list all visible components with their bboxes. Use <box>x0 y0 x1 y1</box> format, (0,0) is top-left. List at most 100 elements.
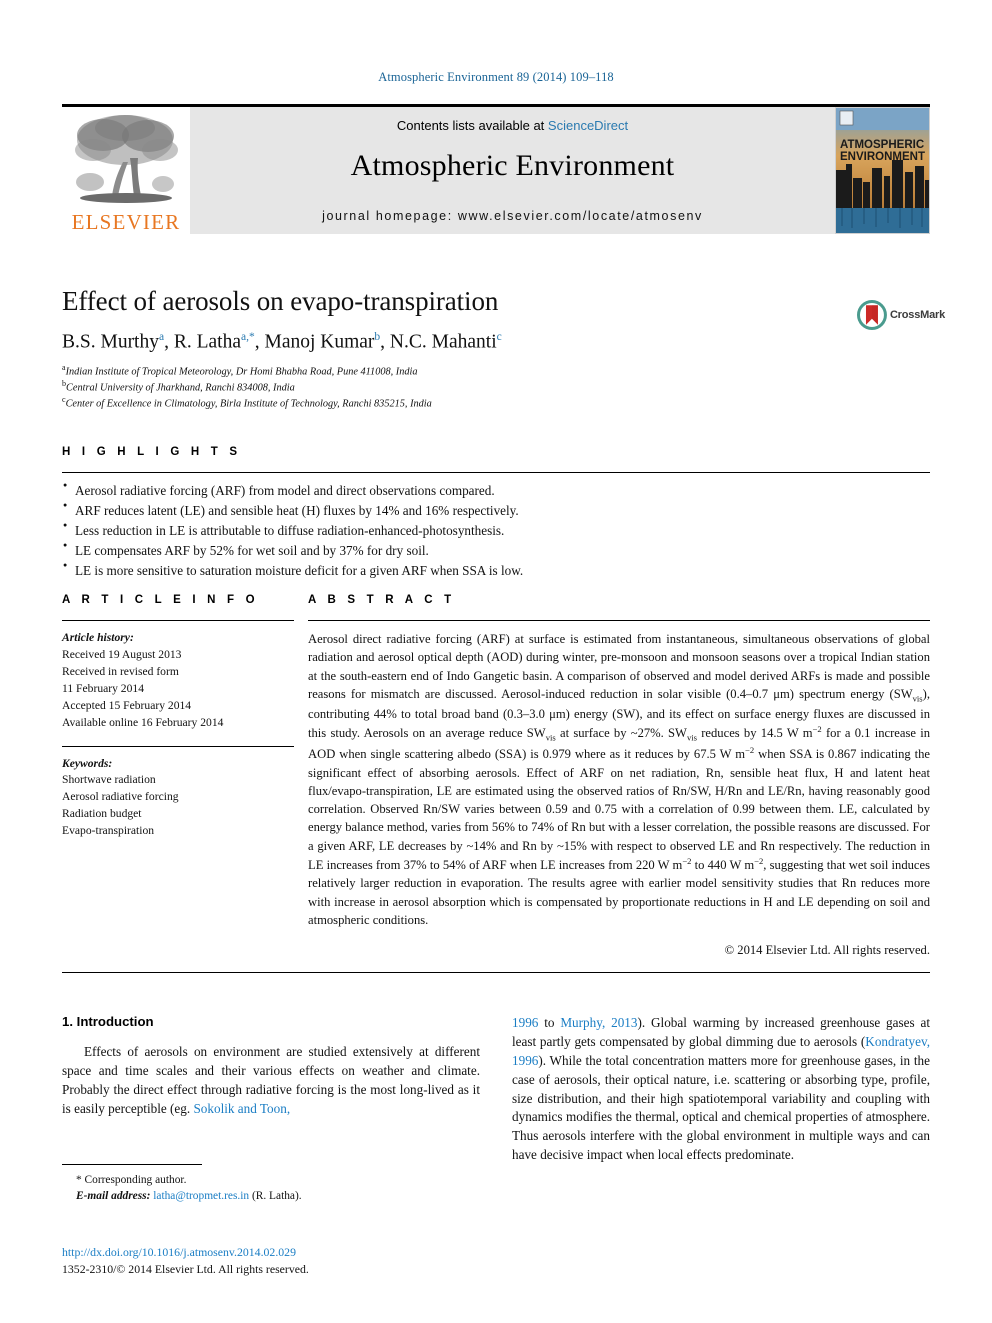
journal-homepage[interactable]: journal homepage: www.elsevier.com/locat… <box>190 209 835 223</box>
abstract-label: A B S T R A C T <box>308 594 456 606</box>
author-name: Manoj Kumar <box>264 331 375 353</box>
intro-text: ). While the total concentration matters… <box>512 1052 930 1163</box>
title-block: Effect of aerosols on evapo-transpiratio… <box>62 286 852 411</box>
keyword-item: Evapo-transpiration <box>62 824 155 838</box>
footnote-divider <box>62 1164 202 1165</box>
abstract-subscript: vis <box>912 693 923 704</box>
article-info-divider <box>62 620 294 621</box>
abstract-subscript: vis <box>545 732 556 743</box>
contents-available-line: Contents lists available at ScienceDirec… <box>190 118 835 133</box>
history-line: 11 February 2014 <box>62 681 144 695</box>
author-name: N.C. Mahanti <box>389 331 497 353</box>
citation-link[interactable]: 1996 <box>512 1015 538 1030</box>
abstract-part: Aerosol direct radiative forcing (ARF) a… <box>308 632 930 701</box>
abstract-text: Aerosol direct radiative forcing (ARF) a… <box>308 630 930 929</box>
citation-link[interactable]: Murphy, 2013 <box>560 1015 637 1030</box>
elsevier-wordmark: ELSEVIER <box>71 210 181 234</box>
running-head: Atmospheric Environment 89 (2014) 109–11… <box>378 70 614 84</box>
journal-cover-thumbnail: ATMOSPHERIC ENVIRONMENT <box>835 107 930 234</box>
corresponding-author-text: * Corresponding author. <box>76 1174 187 1186</box>
keywords-divider <box>62 745 294 747</box>
history-line: Received 19 August 2013 <box>62 647 182 661</box>
history-line: Accepted 15 February 2014 <box>62 698 192 712</box>
abstract-part: to 440 W m <box>691 858 755 872</box>
crossmark-label: CrossMark <box>889 309 945 321</box>
cover-title-line1: ATMOSPHERIC <box>840 139 924 151</box>
cover-title-line2: ENVIRONMENT <box>840 151 925 163</box>
highlights-list: Aerosol radiative forcing (ARF) from mod… <box>62 480 930 581</box>
highlights-label: H I G H L I G H T S <box>62 446 242 458</box>
author-affiliation-mark: b <box>374 331 381 343</box>
doi-block: http://dx.doi.org/10.1016/j.atmosenv.201… <box>62 1244 482 1278</box>
keywords-label: Keywords: <box>62 756 113 770</box>
introduction-paragraph-left: Effects of aerosols on environment are s… <box>62 1043 480 1119</box>
journal-masthead: ELSEVIER Contents lists available at Sci… <box>62 104 930 234</box>
article-info-label: A R T I C L E I N F O <box>62 594 259 606</box>
abstract-part: when SSA is 0.867 indicating the signifi… <box>308 747 931 872</box>
journal-title: Atmospheric Environment <box>350 149 675 182</box>
abstract-bottom-divider <box>62 972 930 973</box>
keyword-item: Shortwave radiation <box>62 773 156 787</box>
email-link[interactable]: latha@tropmet.res.in <box>153 1190 249 1202</box>
affiliation-item: cCenter of Excellence in Climatology, Bi… <box>62 395 852 411</box>
info-abstract-row: A R T I C L E I N F O Article history: R… <box>62 594 930 958</box>
highlight-item: LE compensates ARF by 52% for wet soil a… <box>62 540 930 561</box>
abstract-copyright: © 2014 Elsevier Ltd. All rights reserved… <box>724 943 930 957</box>
abstract-superscript: −2 <box>754 855 764 866</box>
history-line: Available online 16 February 2014 <box>62 715 224 729</box>
abstract-part: at surface by ~27%. SW <box>555 726 687 741</box>
masthead-center: Contents lists available at ScienceDirec… <box>190 107 835 234</box>
affiliation-text: Center of Excellence in Climatology, Bir… <box>65 398 432 410</box>
email-suffix: (R. Latha). <box>249 1190 302 1203</box>
sciencedirect-link[interactable]: ScienceDirect <box>548 118 628 133</box>
cover-artwork: ATMOSPHERIC ENVIRONMENT <box>836 108 929 233</box>
article-info-column: A R T I C L E I N F O Article history: R… <box>62 594 294 958</box>
contents-prefix: Contents lists available at <box>396 118 545 133</box>
keyword-item: Radiation budget <box>62 807 142 821</box>
introduction-heading: 1. Introduction <box>62 1014 154 1029</box>
email-label: E-mail address: <box>76 1190 151 1203</box>
author-name: B.S. Murthy <box>62 331 159 353</box>
highlight-item: Aerosol radiative forcing (ARF) from mod… <box>62 480 930 501</box>
abstract-superscript: −2 <box>745 745 755 756</box>
author-affiliation-mark: a,* <box>241 331 255 343</box>
intro-text: to <box>538 1015 561 1030</box>
keywords-block: Keywords: Shortwave radiation Aerosol ra… <box>62 756 294 841</box>
highlight-item: LE is more sensitive to saturation moist… <box>62 560 930 581</box>
introduction-paragraph-right: 1996 to Murphy, 2013). Global warming by… <box>512 1014 930 1165</box>
abstract-column: A B S T R A C T Aerosol direct radiative… <box>308 594 930 958</box>
author-affiliation-mark: a <box>158 331 165 343</box>
corresponding-author-note: * Corresponding author. <box>62 1172 480 1188</box>
history-line: Received in revised form <box>62 664 179 678</box>
abstract-superscript: −2 <box>812 723 822 734</box>
elsevier-logo: ELSEVIER <box>62 107 190 234</box>
affiliation-text: Central University of Jharkhand, Ranchi … <box>66 382 295 394</box>
abstract-part: reduces by 14.5 W m <box>696 726 813 741</box>
highlights-divider <box>62 472 930 473</box>
body-columns: 1. Introduction Effects of aerosols on e… <box>62 1014 930 1165</box>
body-column-right: 1996 to Murphy, 2013). Global warming by… <box>512 1014 930 1165</box>
journal-article-page: Atmospheric Environment 89 (2014) 109–11… <box>0 0 992 1323</box>
affiliation-item: bCentral University of Jharkhand, Ranchi… <box>62 379 852 395</box>
body-column-left: 1. Introduction Effects of aerosols on e… <box>62 1014 480 1165</box>
column-gap <box>294 594 308 958</box>
author-affiliation-mark: c <box>496 331 502 343</box>
elsevier-tree-icon <box>75 115 178 203</box>
citation-link[interactable]: Sokolik and Toon, <box>193 1101 290 1116</box>
keyword-item: Aerosol radiative forcing <box>62 790 179 804</box>
affiliation-item: aIndian Institute of Tropical Meteorolog… <box>62 363 852 379</box>
author-list: B.S. Murthya, R. Lathaa,*, Manoj Kumarb,… <box>62 331 502 353</box>
article-history-label: Article history: <box>62 631 134 644</box>
body-column-gap <box>480 1014 512 1165</box>
email-note: E-mail address: latha@tropmet.res.in (R.… <box>62 1188 480 1204</box>
abstract-subscript: vis <box>686 732 697 743</box>
highlights-section: H I G H L I G H T S Aerosol radiative fo… <box>62 446 930 581</box>
author-name: R. Latha <box>173 331 241 353</box>
article-history: Article history: Received 19 August 2013… <box>62 630 294 732</box>
affiliation-list: aIndian Institute of Tropical Meteorolog… <box>62 363 852 411</box>
article-title: Effect of aerosols on evapo-transpiratio… <box>62 286 499 316</box>
footnote-block: * Corresponding author. E-mail address: … <box>62 1164 480 1204</box>
affiliation-text: Indian Institute of Tropical Meteorology… <box>65 365 418 377</box>
doi-link[interactable]: http://dx.doi.org/10.1016/j.atmosenv.201… <box>62 1244 482 1261</box>
crossmark-badge[interactable]: CrossMark <box>857 292 945 338</box>
